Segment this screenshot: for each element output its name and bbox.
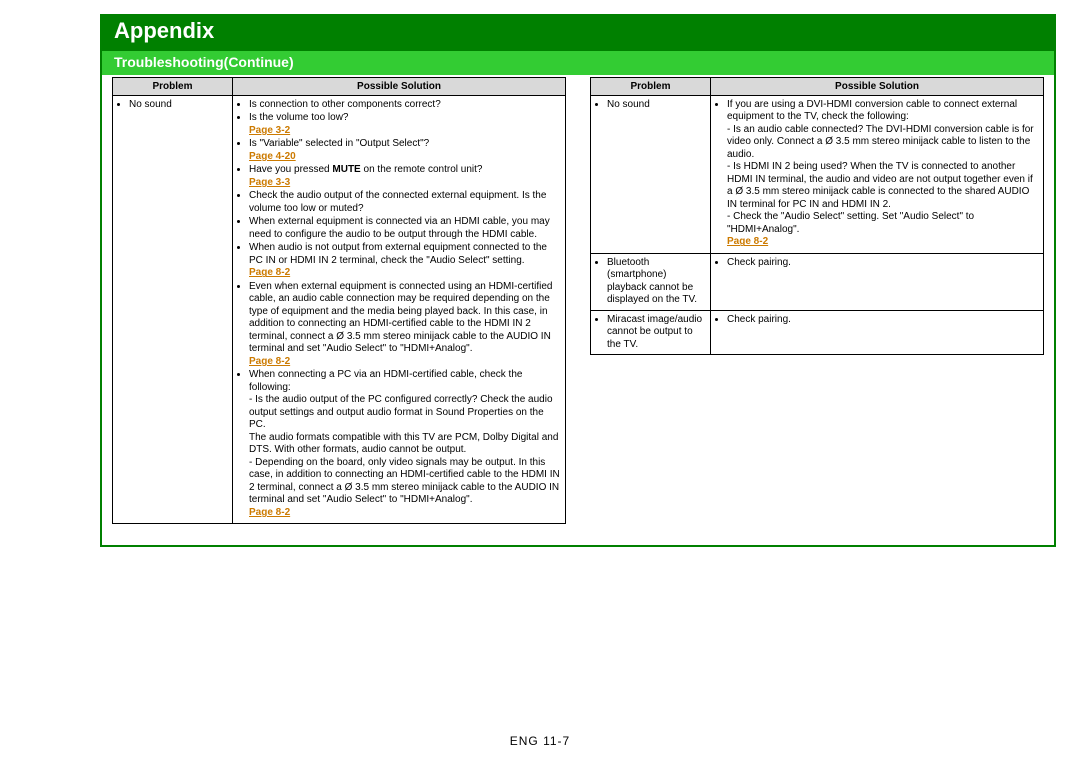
solution-subtext: The audio formats compatible with this T…: [249, 432, 561, 457]
col-header-solution: Possible Solution: [233, 77, 566, 95]
solution-cell: Check pairing.: [711, 253, 1044, 310]
right-column: Problem Possible Solution No sound: [590, 77, 1044, 532]
solution-text: Is "Variable" selected in "Output Select…: [249, 138, 429, 149]
solution-text: Even when external equipment is connecte…: [249, 281, 553, 355]
solution-item: Check pairing.: [727, 257, 1039, 270]
solution-item: When audio is not output from external e…: [249, 242, 561, 280]
solution-subtext: - Is the audio output of the PC configur…: [249, 394, 561, 432]
table-header-row: Problem Possible Solution: [591, 77, 1044, 95]
problem-cell: No sound: [113, 95, 233, 524]
two-column-layout: Problem Possible Solution No sound: [102, 75, 1054, 542]
solution-text: When connecting a PC via an HDMI-certifi…: [249, 369, 522, 393]
solution-text: on the remote control unit?: [361, 164, 483, 175]
page-ref-link[interactable]: Page 3-2: [249, 125, 561, 138]
page-root: Appendix Troubleshooting(Continue) Probl…: [0, 0, 1080, 764]
solution-subtext: - Check the "Audio Select" setting. Set …: [727, 211, 1039, 236]
troubleshoot-table-right: Problem Possible Solution No sound: [590, 77, 1044, 356]
table-row: Miracast image/audio cannot be output to…: [591, 310, 1044, 355]
solution-item: If you are using a DVI-HDMI conversion c…: [727, 99, 1039, 249]
problem-cell: Bluetooth (smartphone) playback cannot b…: [591, 253, 711, 310]
solution-item: Check the audio output of the connected …: [249, 190, 561, 215]
solution-item: Is connection to other components correc…: [249, 99, 561, 112]
solution-list: Check pairing.: [727, 257, 1039, 270]
page-ref-link[interactable]: Page 8-2: [727, 236, 1039, 249]
page-ref-link[interactable]: Page 8-2: [249, 507, 561, 520]
problem-list: No sound: [607, 99, 706, 112]
problem-text: No sound: [129, 99, 228, 112]
chapter-title: Appendix: [102, 16, 1054, 49]
problem-list: Bluetooth (smartphone) playback cannot b…: [607, 257, 706, 307]
solution-item: Is the volume too low? Page 3-2: [249, 112, 561, 137]
solution-item: Check pairing.: [727, 314, 1039, 327]
table-row: Bluetooth (smartphone) playback cannot b…: [591, 253, 1044, 310]
col-header-solution: Possible Solution: [711, 77, 1044, 95]
solution-cell: If you are using a DVI-HDMI conversion c…: [711, 95, 1044, 253]
problem-text: Miracast image/audio cannot be output to…: [607, 314, 706, 352]
solution-list: If you are using a DVI-HDMI conversion c…: [727, 99, 1039, 249]
mute-label: MUTE: [332, 164, 360, 175]
table-header-row: Problem Possible Solution: [113, 77, 566, 95]
solution-text: Is the volume too low?: [249, 112, 349, 123]
page-ref-link[interactable]: Page 3-3: [249, 177, 561, 190]
solution-list: Check pairing.: [727, 314, 1039, 327]
solution-text: Have you pressed: [249, 164, 332, 175]
page-ref-link[interactable]: Page 8-2: [249, 267, 561, 280]
solution-text: When audio is not output from external e…: [249, 242, 547, 266]
problem-cell: No sound: [591, 95, 711, 253]
solution-cell: Check pairing.: [711, 310, 1044, 355]
col-header-problem: Problem: [113, 77, 233, 95]
page-ref-link[interactable]: Page 4-20: [249, 151, 561, 164]
solution-item: Have you pressed MUTE on the remote cont…: [249, 164, 561, 189]
table-row: No sound If you are using a DVI-HDMI con…: [591, 95, 1044, 253]
page-ref-link[interactable]: Page 8-2: [249, 356, 561, 369]
solution-item: Is "Variable" selected in "Output Select…: [249, 138, 561, 163]
solution-subtext: - Is HDMI IN 2 being used? When the TV i…: [727, 161, 1039, 211]
troubleshoot-table-left: Problem Possible Solution No sound: [112, 77, 566, 525]
content-frame: Appendix Troubleshooting(Continue) Probl…: [100, 14, 1056, 547]
solution-subtext: - Depending on the board, only video sig…: [249, 457, 561, 507]
col-header-problem: Problem: [591, 77, 711, 95]
table-row: No sound Is connection to other componen…: [113, 95, 566, 524]
page-number: ENG 11-7: [0, 734, 1080, 748]
section-title: Troubleshooting(Continue): [102, 49, 1054, 75]
solution-item: When connecting a PC via an HDMI-certifi…: [249, 369, 561, 519]
solution-subtext: - Is an audio cable connected? The DVI-H…: [727, 124, 1039, 162]
solution-item: Even when external equipment is connecte…: [249, 281, 561, 369]
problem-list: Miracast image/audio cannot be output to…: [607, 314, 706, 352]
solution-cell: Is connection to other components correc…: [233, 95, 566, 524]
solution-text: If you are using a DVI-HDMI conversion c…: [727, 99, 1017, 123]
left-column: Problem Possible Solution No sound: [112, 77, 566, 532]
problem-list: No sound: [129, 99, 228, 112]
problem-text: No sound: [607, 99, 706, 112]
solution-item: When external equipment is connected via…: [249, 216, 561, 241]
problem-text: Bluetooth (smartphone) playback cannot b…: [607, 257, 706, 307]
problem-cell: Miracast image/audio cannot be output to…: [591, 310, 711, 355]
solution-list: Is connection to other components correc…: [249, 99, 561, 520]
